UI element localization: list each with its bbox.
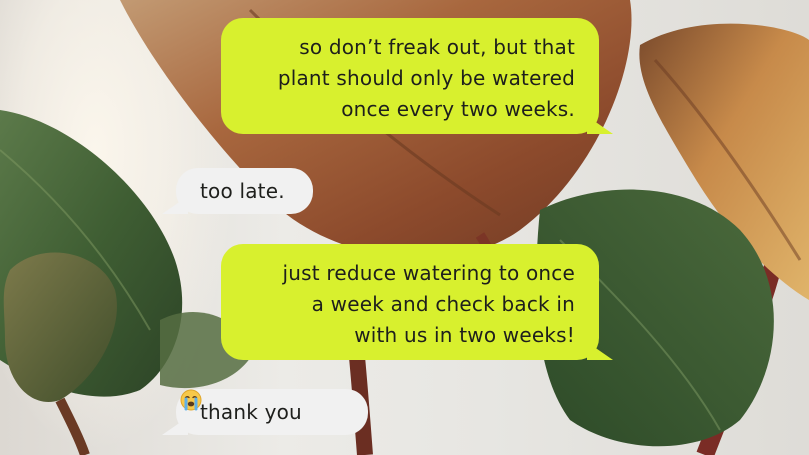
message-line: plant should only be watered (277, 66, 575, 90)
message-line: so don’t freak out, but that (299, 35, 575, 59)
message-line: just reduce watering to once (282, 261, 575, 285)
message-bubble-received: too late. (162, 168, 313, 214)
bubble-tail (587, 116, 613, 134)
crying-face-emoji-icon (180, 389, 202, 411)
message-bubble-received: thank you (162, 389, 368, 435)
message-bubble-sent: so don’t freak out, but that plant shoul… (221, 18, 613, 134)
bubble-tail (162, 417, 188, 435)
message-text: thank you (200, 400, 302, 424)
bubble-tail (587, 342, 613, 360)
plant-photo-background: so don’t freak out, but that plant shoul… (0, 0, 809, 455)
message-line: once every two weeks. (341, 97, 575, 121)
message-line: with us in two weeks! (354, 323, 575, 347)
bubble-tail (162, 196, 188, 214)
message-bubble-sent: just reduce watering to once a week and … (221, 244, 613, 360)
message-text: too late. (200, 179, 285, 203)
message-line: a week and check back in (311, 292, 575, 316)
